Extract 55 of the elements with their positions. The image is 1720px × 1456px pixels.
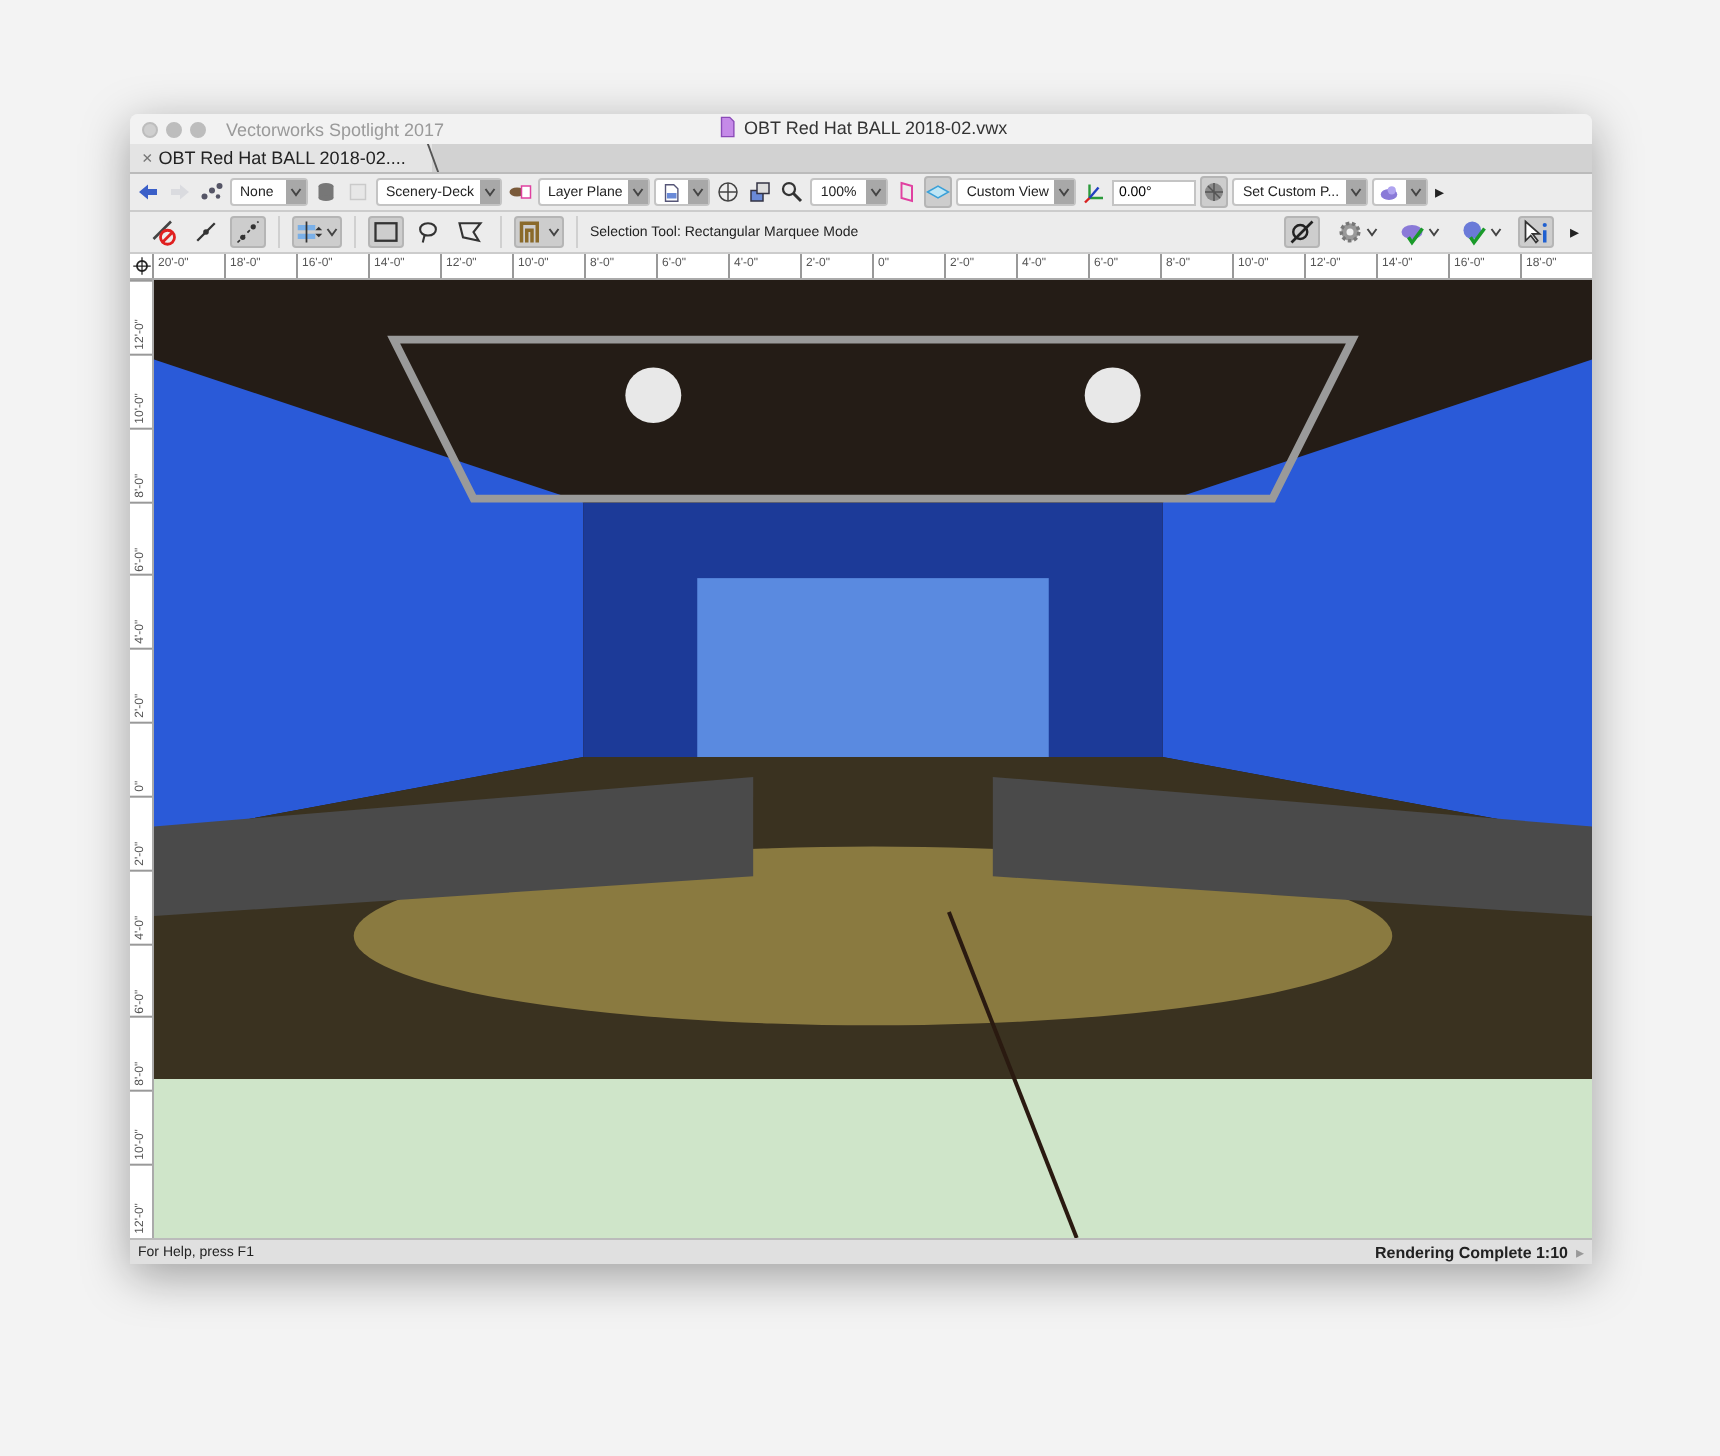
- caret-icon: [692, 186, 705, 198]
- close-tab-button[interactable]: ×: [142, 148, 153, 168]
- more-button[interactable]: ▸: [1431, 182, 1450, 202]
- toolbar-button[interactable]: [1518, 216, 1554, 248]
- caret-icon: [632, 186, 645, 198]
- sphere-check-icon: [1460, 218, 1488, 246]
- caret-icon: [1058, 186, 1071, 198]
- gear-icon: [1336, 218, 1364, 246]
- arrow-left-icon: [136, 180, 160, 204]
- cylinder-icon: [314, 180, 338, 204]
- plane-icon: [926, 180, 951, 204]
- no-snap-icon: [150, 218, 178, 246]
- line-icon: [234, 218, 262, 246]
- square-icon: [346, 180, 370, 204]
- polygon-icon: [456, 218, 484, 246]
- align-icon: [296, 218, 324, 246]
- document-tab[interactable]: × OBT Red Hat BALL 2018-02....: [130, 144, 432, 172]
- app-title: Vectorworks Spotlight 2017: [226, 119, 445, 139]
- toolbar-button[interactable]: [452, 216, 488, 248]
- caret-icon: [483, 186, 496, 198]
- toolbar-button[interactable]: [230, 216, 266, 248]
- render-status: Rendering Complete 1:10: [1375, 1243, 1568, 1261]
- toolbar-button[interactable]: [778, 176, 807, 208]
- icon-dropdown[interactable]: [654, 178, 711, 206]
- globe-icon: [716, 180, 741, 204]
- dots-icon: [200, 180, 224, 204]
- more-button[interactable]: ▸: [1566, 222, 1584, 242]
- line-icon: [192, 218, 220, 246]
- toolbar-button[interactable]: [368, 216, 404, 248]
- crosshair-icon: [131, 256, 151, 276]
- eye-layer-icon: [507, 180, 532, 204]
- document-icon: [716, 116, 738, 138]
- axis-icon: [1082, 180, 1107, 204]
- toolbar-button[interactable]: [714, 176, 743, 208]
- caret-icon: [1409, 186, 1422, 198]
- caret-icon: [548, 226, 560, 238]
- page-icon: [660, 181, 683, 203]
- toolbar-button[interactable]: [1284, 216, 1320, 248]
- rectangle-icon: [372, 218, 400, 246]
- caret-icon: [1428, 226, 1440, 238]
- toolbar-button[interactable]: [746, 176, 775, 208]
- cursor-info-icon: [1522, 218, 1550, 246]
- caret-icon: [290, 186, 302, 198]
- caret-icon: [870, 186, 883, 198]
- caret-icon: [1349, 186, 1362, 198]
- icon-dropdown[interactable]: [1371, 178, 1428, 206]
- caret-icon: [1490, 226, 1502, 238]
- lasso-icon: [414, 218, 442, 246]
- toolbar-button[interactable]: [292, 216, 342, 248]
- sphere-icon: [1377, 181, 1400, 203]
- caret-icon: [326, 226, 338, 238]
- window-title: OBT Red Hat BALL 2018-02.vwx: [744, 117, 1008, 137]
- sphere-icon: [1202, 180, 1227, 204]
- stack-icon: [748, 180, 773, 204]
- caret-icon: [1366, 226, 1378, 238]
